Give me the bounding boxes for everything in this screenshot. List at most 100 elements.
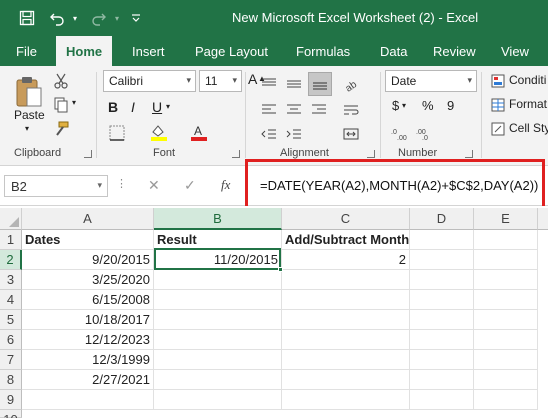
clipboard-launcher-icon[interactable] xyxy=(84,150,92,158)
cell-a9[interactable] xyxy=(22,390,154,410)
cell-d7[interactable] xyxy=(410,350,474,370)
cell-c2[interactable]: 2 xyxy=(282,250,410,270)
cell-e6[interactable] xyxy=(474,330,538,350)
tab-view[interactable]: View xyxy=(501,44,529,59)
decrease-decimal-icon[interactable]: .00.0 xyxy=(415,124,437,144)
cell-b9[interactable] xyxy=(154,390,282,410)
merge-center-icon[interactable] xyxy=(340,124,362,144)
increase-indent-icon[interactable] xyxy=(283,124,305,144)
cell-e2[interactable] xyxy=(474,250,538,270)
underline-button[interactable]: U xyxy=(152,99,162,115)
cell-c1[interactable]: Add/Subtract Month xyxy=(282,230,410,250)
cell-a1[interactable]: Dates xyxy=(22,230,154,250)
tab-file[interactable]: File xyxy=(16,44,37,59)
cell-b4[interactable] xyxy=(154,290,282,310)
cell-d5[interactable] xyxy=(410,310,474,330)
formula-input[interactable]: =DATE(YEAR(A2),MONTH(A2)+$C$2,DAY(A2)) xyxy=(260,178,538,193)
cell-d9[interactable] xyxy=(410,390,474,410)
undo-icon[interactable] xyxy=(46,7,68,29)
save-icon[interactable] xyxy=(16,7,38,29)
cell-c5[interactable] xyxy=(282,310,410,330)
tab-page-layout[interactable]: Page Layout xyxy=(195,44,268,59)
format-as-table-icon[interactable] xyxy=(489,96,507,114)
cell-a3[interactable]: 3/25/2020 xyxy=(22,270,154,290)
cut-icon[interactable] xyxy=(52,72,70,90)
tab-formulas[interactable]: Formulas xyxy=(296,44,350,59)
cell-c8[interactable] xyxy=(282,370,410,390)
cell-styles-icon[interactable] xyxy=(489,120,507,138)
cell-d8[interactable] xyxy=(410,370,474,390)
cell-c7[interactable] xyxy=(282,350,410,370)
align-left-icon[interactable] xyxy=(258,100,280,120)
cell-a2[interactable]: 9/20/2015 xyxy=(22,250,154,270)
insert-function-icon[interactable]: fx xyxy=(221,177,230,193)
cell-c6[interactable] xyxy=(282,330,410,350)
tab-insert[interactable]: Insert xyxy=(132,44,165,59)
orientation-icon[interactable]: ab xyxy=(340,74,362,94)
align-top-icon[interactable] xyxy=(258,74,280,94)
cell-a5[interactable]: 10/18/2017 xyxy=(22,310,154,330)
cell-b6[interactable] xyxy=(154,330,282,350)
row-header[interactable]: 4 xyxy=(0,290,22,310)
enter-icon[interactable]: ✓ xyxy=(184,177,196,194)
cell-d2[interactable] xyxy=(410,250,474,270)
align-right-icon[interactable] xyxy=(308,100,330,120)
column-header-d[interactable]: D xyxy=(410,208,474,230)
cell-e5[interactable] xyxy=(474,310,538,330)
cell-e8[interactable] xyxy=(474,370,538,390)
cell-b7[interactable] xyxy=(154,350,282,370)
comma-button[interactable]: 9 xyxy=(447,98,454,113)
copy-dropdown-icon[interactable]: ▾ xyxy=(72,98,76,107)
cell-c4[interactable] xyxy=(282,290,410,310)
tab-home[interactable]: Home xyxy=(56,36,113,66)
select-all-button[interactable] xyxy=(0,208,22,230)
row-header[interactable]: 6 xyxy=(0,330,22,350)
cell-e3[interactable] xyxy=(474,270,538,290)
cell-d4[interactable] xyxy=(410,290,474,310)
cell-styles-button[interactable]: Cell Sty xyxy=(509,121,548,135)
format-as-table-button[interactable]: Format xyxy=(509,97,547,111)
currency-button[interactable]: $ xyxy=(392,98,399,113)
column-header-f[interactable] xyxy=(538,208,548,230)
wrap-text-icon[interactable] xyxy=(340,100,362,120)
cell-b1[interactable]: Result xyxy=(154,230,282,250)
paste-icon[interactable] xyxy=(12,74,46,112)
cell-d1[interactable] xyxy=(410,230,474,250)
alignment-launcher-icon[interactable] xyxy=(367,150,375,158)
fill-color-icon[interactable] xyxy=(148,122,170,142)
fill-handle[interactable] xyxy=(278,267,283,272)
column-header-b[interactable]: B xyxy=(154,208,282,230)
align-bottom-icon[interactable] xyxy=(308,72,332,96)
cancel-icon[interactable]: ✕ xyxy=(148,177,160,194)
cell-e7[interactable] xyxy=(474,350,538,370)
align-middle-icon[interactable] xyxy=(283,74,305,94)
underline-dropdown-icon[interactable]: ▾ xyxy=(166,102,170,111)
cell-a6[interactable]: 12/12/2023 xyxy=(22,330,154,350)
increase-font-size-button[interactable]: A xyxy=(248,71,257,87)
decrease-indent-icon[interactable] xyxy=(258,124,280,144)
cell-b5[interactable] xyxy=(154,310,282,330)
paste-dropdown-icon[interactable]: ▾ xyxy=(25,124,29,133)
font-launcher-icon[interactable] xyxy=(232,150,240,158)
cell-b3[interactable] xyxy=(154,270,282,290)
font-size-select[interactable]: 11 ▾ xyxy=(199,70,242,92)
row-header[interactable]: 8 xyxy=(0,370,22,390)
row-header[interactable]: 2 xyxy=(0,250,22,270)
tab-review[interactable]: Review xyxy=(433,44,476,59)
cell-d3[interactable] xyxy=(410,270,474,290)
redo-icon[interactable] xyxy=(88,7,110,29)
cell-e1[interactable] xyxy=(474,230,538,250)
cell-a8[interactable]: 2/27/2021 xyxy=(22,370,154,390)
number-format-select[interactable]: Date ▾ xyxy=(385,70,477,92)
customize-qat-icon[interactable] xyxy=(128,7,144,29)
percent-button[interactable]: % xyxy=(422,98,434,113)
column-header-a[interactable]: A xyxy=(22,208,154,230)
redo-dropdown-icon[interactable]: ▾ xyxy=(112,7,122,29)
row-header[interactable]: 9 xyxy=(0,390,22,410)
tab-data[interactable]: Data xyxy=(380,44,407,59)
format-painter-icon[interactable] xyxy=(52,120,70,138)
row-header[interactable]: 7 xyxy=(0,350,22,370)
italic-button[interactable]: I xyxy=(131,99,135,115)
undo-dropdown-icon[interactable]: ▾ xyxy=(70,7,80,29)
conditional-formatting-icon[interactable] xyxy=(489,72,507,90)
